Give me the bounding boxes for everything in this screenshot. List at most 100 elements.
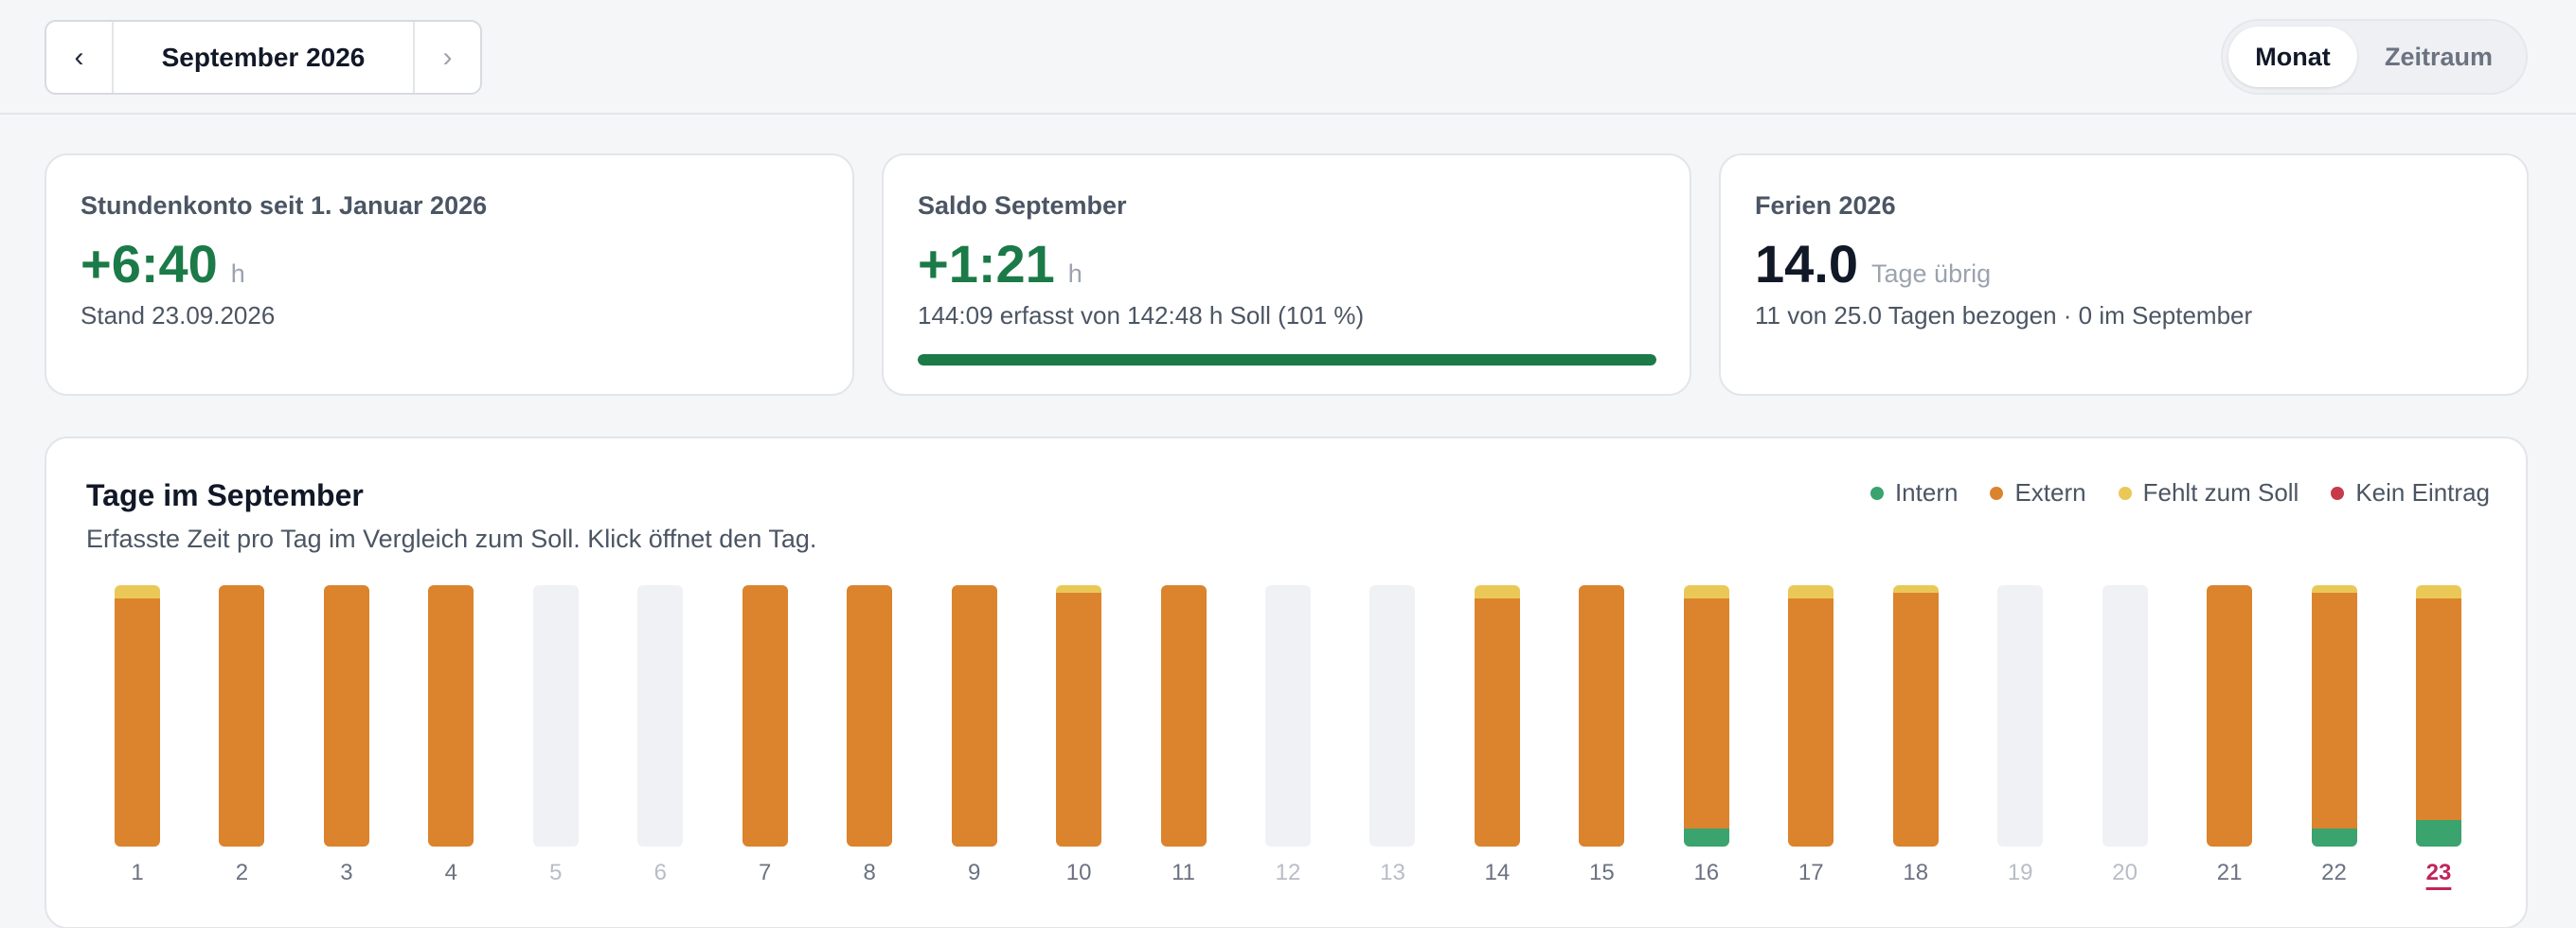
bar-segment-extern	[428, 585, 474, 847]
day-label-20: 20	[2112, 860, 2138, 885]
hours-account-card: Stundenkonto seit 1. Januar 2026 +6:40 h…	[45, 153, 854, 396]
day-label-23: 23	[2425, 860, 2452, 885]
day-bar-20[interactable]	[2102, 585, 2148, 847]
day-bar-4[interactable]	[428, 585, 474, 847]
day-label-17: 17	[1798, 860, 1824, 885]
balance-value: +1:21 h	[918, 233, 1082, 294]
bar-segment-extern	[2207, 585, 2253, 847]
day-bar-23[interactable]	[2416, 585, 2461, 847]
day-label-5: 5	[549, 860, 563, 885]
vacation-sub: 11 von 25.0 Tagen bezogen · 0 im Septemb…	[1755, 301, 2253, 330]
bar-segment-fehlt-zum-soll	[115, 585, 160, 598]
bar-segment-intern	[1683, 828, 1729, 847]
day-label-3: 3	[340, 860, 353, 885]
balance-unit: h	[1067, 259, 1082, 288]
day-label-4: 4	[444, 860, 458, 885]
bar-segment-fehlt-zum-soll	[2416, 585, 2461, 598]
bar-segment-extern	[1474, 598, 1520, 847]
day-label-11: 11	[1172, 860, 1195, 885]
bar-segment-extern	[847, 585, 893, 847]
day-bar-17[interactable]	[1788, 585, 1834, 847]
toggle-month-button[interactable]: Monat	[2228, 27, 2357, 87]
balance-progress-bar	[918, 354, 1656, 366]
day-bar-3[interactable]	[323, 585, 369, 847]
day-label-13: 13	[1380, 860, 1405, 885]
day-bar-5[interactable]	[532, 585, 579, 847]
day-bar-7[interactable]	[742, 585, 788, 847]
day-bar-6[interactable]	[637, 585, 684, 847]
balance-sub: 144:09 erfasst von 142:48 h Soll (101 %)	[918, 301, 1365, 330]
hours-account-unit: h	[230, 259, 245, 288]
day-label-21: 21	[2216, 860, 2243, 885]
hours-account-value: +6:40 h	[80, 233, 245, 294]
bar-segment-extern	[2416, 598, 2461, 821]
day-bar-19[interactable]	[1997, 585, 2044, 847]
day-bar-8[interactable]	[847, 585, 893, 847]
day-label-8: 8	[863, 860, 876, 885]
day-bar-16[interactable]	[1683, 585, 1729, 847]
view-toggle: Monat Zeitraum	[2221, 19, 2528, 95]
hours-account-sub: Stand 23.09.2026	[80, 301, 276, 330]
day-bar-14[interactable]	[1474, 585, 1520, 847]
day-bar-12[interactable]	[1265, 585, 1311, 847]
bar-segment-extern	[1160, 585, 1207, 847]
vacation-number: 14.0	[1755, 234, 1858, 294]
bar-segment-extern	[742, 585, 788, 847]
day-bar-11[interactable]	[1160, 585, 1207, 847]
vacation-title: Ferien 2026	[1755, 191, 1896, 220]
day-label-9: 9	[967, 860, 981, 885]
chevron-right-icon[interactable]: ›	[413, 22, 480, 93]
day-bar-1[interactable]	[115, 585, 160, 847]
bar-segment-extern	[1056, 593, 1102, 847]
bar-segment-fehlt-zum-soll	[2311, 585, 2357, 594]
bar-segment-intern	[2416, 820, 2461, 847]
day-label-7: 7	[759, 860, 772, 885]
bar-segment-extern	[219, 585, 265, 847]
hours-account-title: Stundenkonto seit 1. Januar 2026	[80, 191, 488, 220]
day-label-14: 14	[1484, 860, 1511, 885]
bar-segment-extern	[1892, 593, 1939, 847]
day-label-19: 19	[2007, 860, 2033, 885]
day-label-22: 22	[2321, 860, 2347, 885]
vacation-card: Ferien 2026 14.0 Tage übrig 11 von 25.0 …	[1719, 153, 2529, 396]
day-label-18: 18	[1903, 860, 1929, 885]
vacation-unit: Tage übrig	[1871, 259, 1992, 288]
hours-account-number: +6:40	[80, 234, 218, 294]
day-bar-18[interactable]	[1892, 585, 1939, 847]
day-bar-2[interactable]	[219, 585, 265, 847]
day-bar-9[interactable]	[951, 585, 997, 847]
chevron-left-icon[interactable]: ‹	[46, 22, 114, 93]
bar-segment-extern	[2311, 593, 2357, 829]
day-label-15: 15	[1589, 860, 1615, 885]
balance-card: Saldo September +1:21 h 144:09 erfasst v…	[882, 153, 1691, 396]
bar-segment-fehlt-zum-soll	[1056, 585, 1102, 594]
day-bar-21[interactable]	[2207, 585, 2253, 847]
toggle-period-button[interactable]: Zeitraum	[2357, 27, 2520, 87]
day-bar-13[interactable]	[1369, 585, 1416, 847]
day-bar-22[interactable]	[2311, 585, 2357, 847]
balance-number: +1:21	[918, 234, 1055, 294]
bar-segment-fehlt-zum-soll	[1683, 585, 1729, 598]
day-bar-10[interactable]	[1056, 585, 1102, 847]
bar-segment-extern	[951, 585, 997, 847]
month-label: September 2026	[161, 42, 366, 72]
bar-segment-extern	[115, 598, 160, 847]
bar-segment-extern	[323, 585, 369, 847]
day-label-6: 6	[653, 860, 667, 885]
day-label-1: 1	[131, 860, 144, 885]
bar-segment-fehlt-zum-soll	[1474, 585, 1520, 598]
month-navigator: ‹ September 2026 ›	[45, 20, 482, 95]
day-bar-15[interactable]	[1579, 585, 1625, 847]
balance-progress-fill	[918, 354, 1656, 366]
balance-title: Saldo September	[918, 191, 1127, 220]
day-label-2: 2	[235, 860, 249, 885]
bar-chart: 1 2 3 4 5 6 7 8 9 10 11 12 13 14 15 16 17 18 19 20 21 22 23	[46, 438, 2530, 928]
days-chart-card: Tage im September Erfasste Zeit pro Tag …	[45, 437, 2528, 928]
bar-segment-fehlt-zum-soll	[1788, 585, 1834, 598]
day-label-16: 16	[1693, 860, 1720, 885]
bar-segment-intern	[2311, 828, 2357, 847]
top-bar: ‹ September 2026 › Monat Zeitraum	[0, 0, 2576, 115]
bar-segment-extern	[1788, 598, 1834, 847]
bar-segment-fehlt-zum-soll	[1892, 585, 1939, 594]
bar-segment-extern	[1683, 598, 1729, 829]
